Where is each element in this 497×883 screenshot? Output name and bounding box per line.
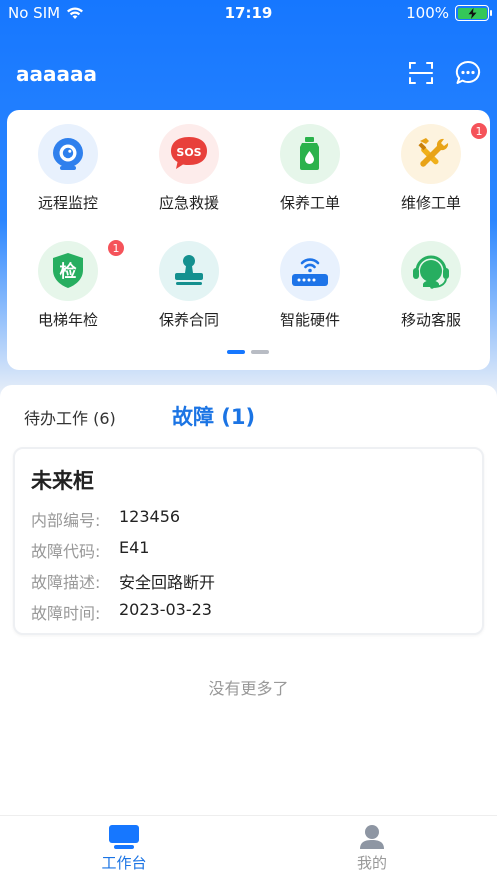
sos-text: SOS (176, 146, 201, 159)
inspection-text: 检 (60, 261, 77, 282)
tools-icon (401, 124, 461, 184)
camera-icon (38, 124, 98, 184)
grid-item-mobile-service[interactable]: 移动客服 (376, 227, 486, 329)
router-icon (280, 241, 340, 301)
grid-item-label: 应急救援 (158, 194, 219, 212)
row-key: 故障描述: (31, 573, 101, 592)
bottom-tabbar: 工作台 我的 (0, 815, 497, 883)
no-more-text: 没有更多了 (208, 679, 289, 698)
tabbar-item-profile[interactable]: 我的 (312, 824, 432, 873)
grid-item-maintenance-order[interactable]: 保养工单 (255, 110, 365, 212)
grid-item-label: 移动客服 (400, 311, 461, 329)
repair-badge: 1 (470, 122, 488, 140)
battery-group: 100% (406, 4, 492, 22)
row-key: 故障时间: (31, 604, 101, 623)
grid-item-smart-hardware[interactable]: 智能硬件 (255, 227, 365, 329)
row-key: 故障代码: (31, 542, 101, 561)
grid-item-label: 保养工单 (279, 194, 340, 212)
grid-item-elevator-inspection[interactable]: 检 1 电梯年检 (13, 227, 125, 329)
fault-row-code: 故障代码: E41 (31, 538, 149, 562)
fault-row-internal-number: 内部编号: 123456 (31, 507, 180, 531)
profile-icon (360, 825, 384, 849)
row-value: 2023-03-23 (119, 600, 212, 619)
grid-item-emergency-rescue[interactable]: SOS 应急救援 (134, 110, 244, 212)
row-value: 123456 (119, 507, 181, 526)
status-bar: No SIM 17:19 100% (0, 0, 497, 26)
inspection-badge: 1 (107, 239, 125, 257)
tab-fault[interactable]: 故障 (1) (172, 401, 255, 431)
tab-pending-work[interactable]: 待办工作 (6) (24, 405, 116, 429)
grid-item-label: 电梯年检 (37, 311, 98, 329)
row-value: E41 (119, 538, 150, 557)
battery-percent: 100% (406, 4, 449, 22)
grid-item-label: 保养合同 (158, 311, 219, 329)
page-indicator (227, 350, 269, 354)
fault-elevator-name: 未来柜 (31, 469, 94, 493)
chat-icon[interactable] (454, 59, 482, 87)
workbench-icon (109, 825, 139, 849)
work-panel: 待办工作 (6) 故障 (1) 未来柜 内部编号: 123456 故障代码: E… (0, 385, 497, 815)
inspection-shield-icon: 检 (38, 241, 98, 301)
app-title: aaaaaa (16, 62, 97, 86)
oil-bottle-icon (280, 124, 340, 184)
tabbar-label: 我的 (356, 854, 387, 872)
fault-row-time: 故障时间: 2023-03-23 (31, 600, 212, 624)
page-dot (251, 350, 269, 354)
headset-icon (401, 241, 461, 301)
row-value: 安全回路断开 (119, 573, 216, 592)
fault-card[interactable]: 未来柜 内部编号: 123456 故障代码: E41 故障描述: 安全回路断开 … (13, 447, 484, 635)
battery-icon (455, 5, 492, 21)
grid-item-label: 智能硬件 (279, 311, 340, 329)
page-dot-active (227, 350, 245, 354)
sos-icon: SOS (159, 124, 219, 184)
grid-item-label: 远程监控 (37, 194, 98, 212)
feature-grid: 远程监控 SOS 应急救援 保养工单 1 维修工单 检 1 电梯年检 保养合同 … (7, 110, 490, 370)
grid-item-remote-monitor[interactable]: 远程监控 (13, 110, 123, 212)
stamp-icon (159, 241, 219, 301)
grid-item-maintenance-contract[interactable]: 保养合同 (134, 227, 244, 329)
fault-row-description: 故障描述: 安全回路断开 (31, 569, 215, 593)
grid-item-repair-order[interactable]: 1 维修工单 (376, 110, 488, 212)
tabbar-item-workbench[interactable]: 工作台 (64, 824, 184, 873)
tabbar-label: 工作台 (101, 854, 147, 872)
scan-icon[interactable] (408, 60, 434, 86)
grid-item-label: 维修工单 (400, 194, 461, 212)
row-key: 内部编号: (31, 511, 101, 530)
